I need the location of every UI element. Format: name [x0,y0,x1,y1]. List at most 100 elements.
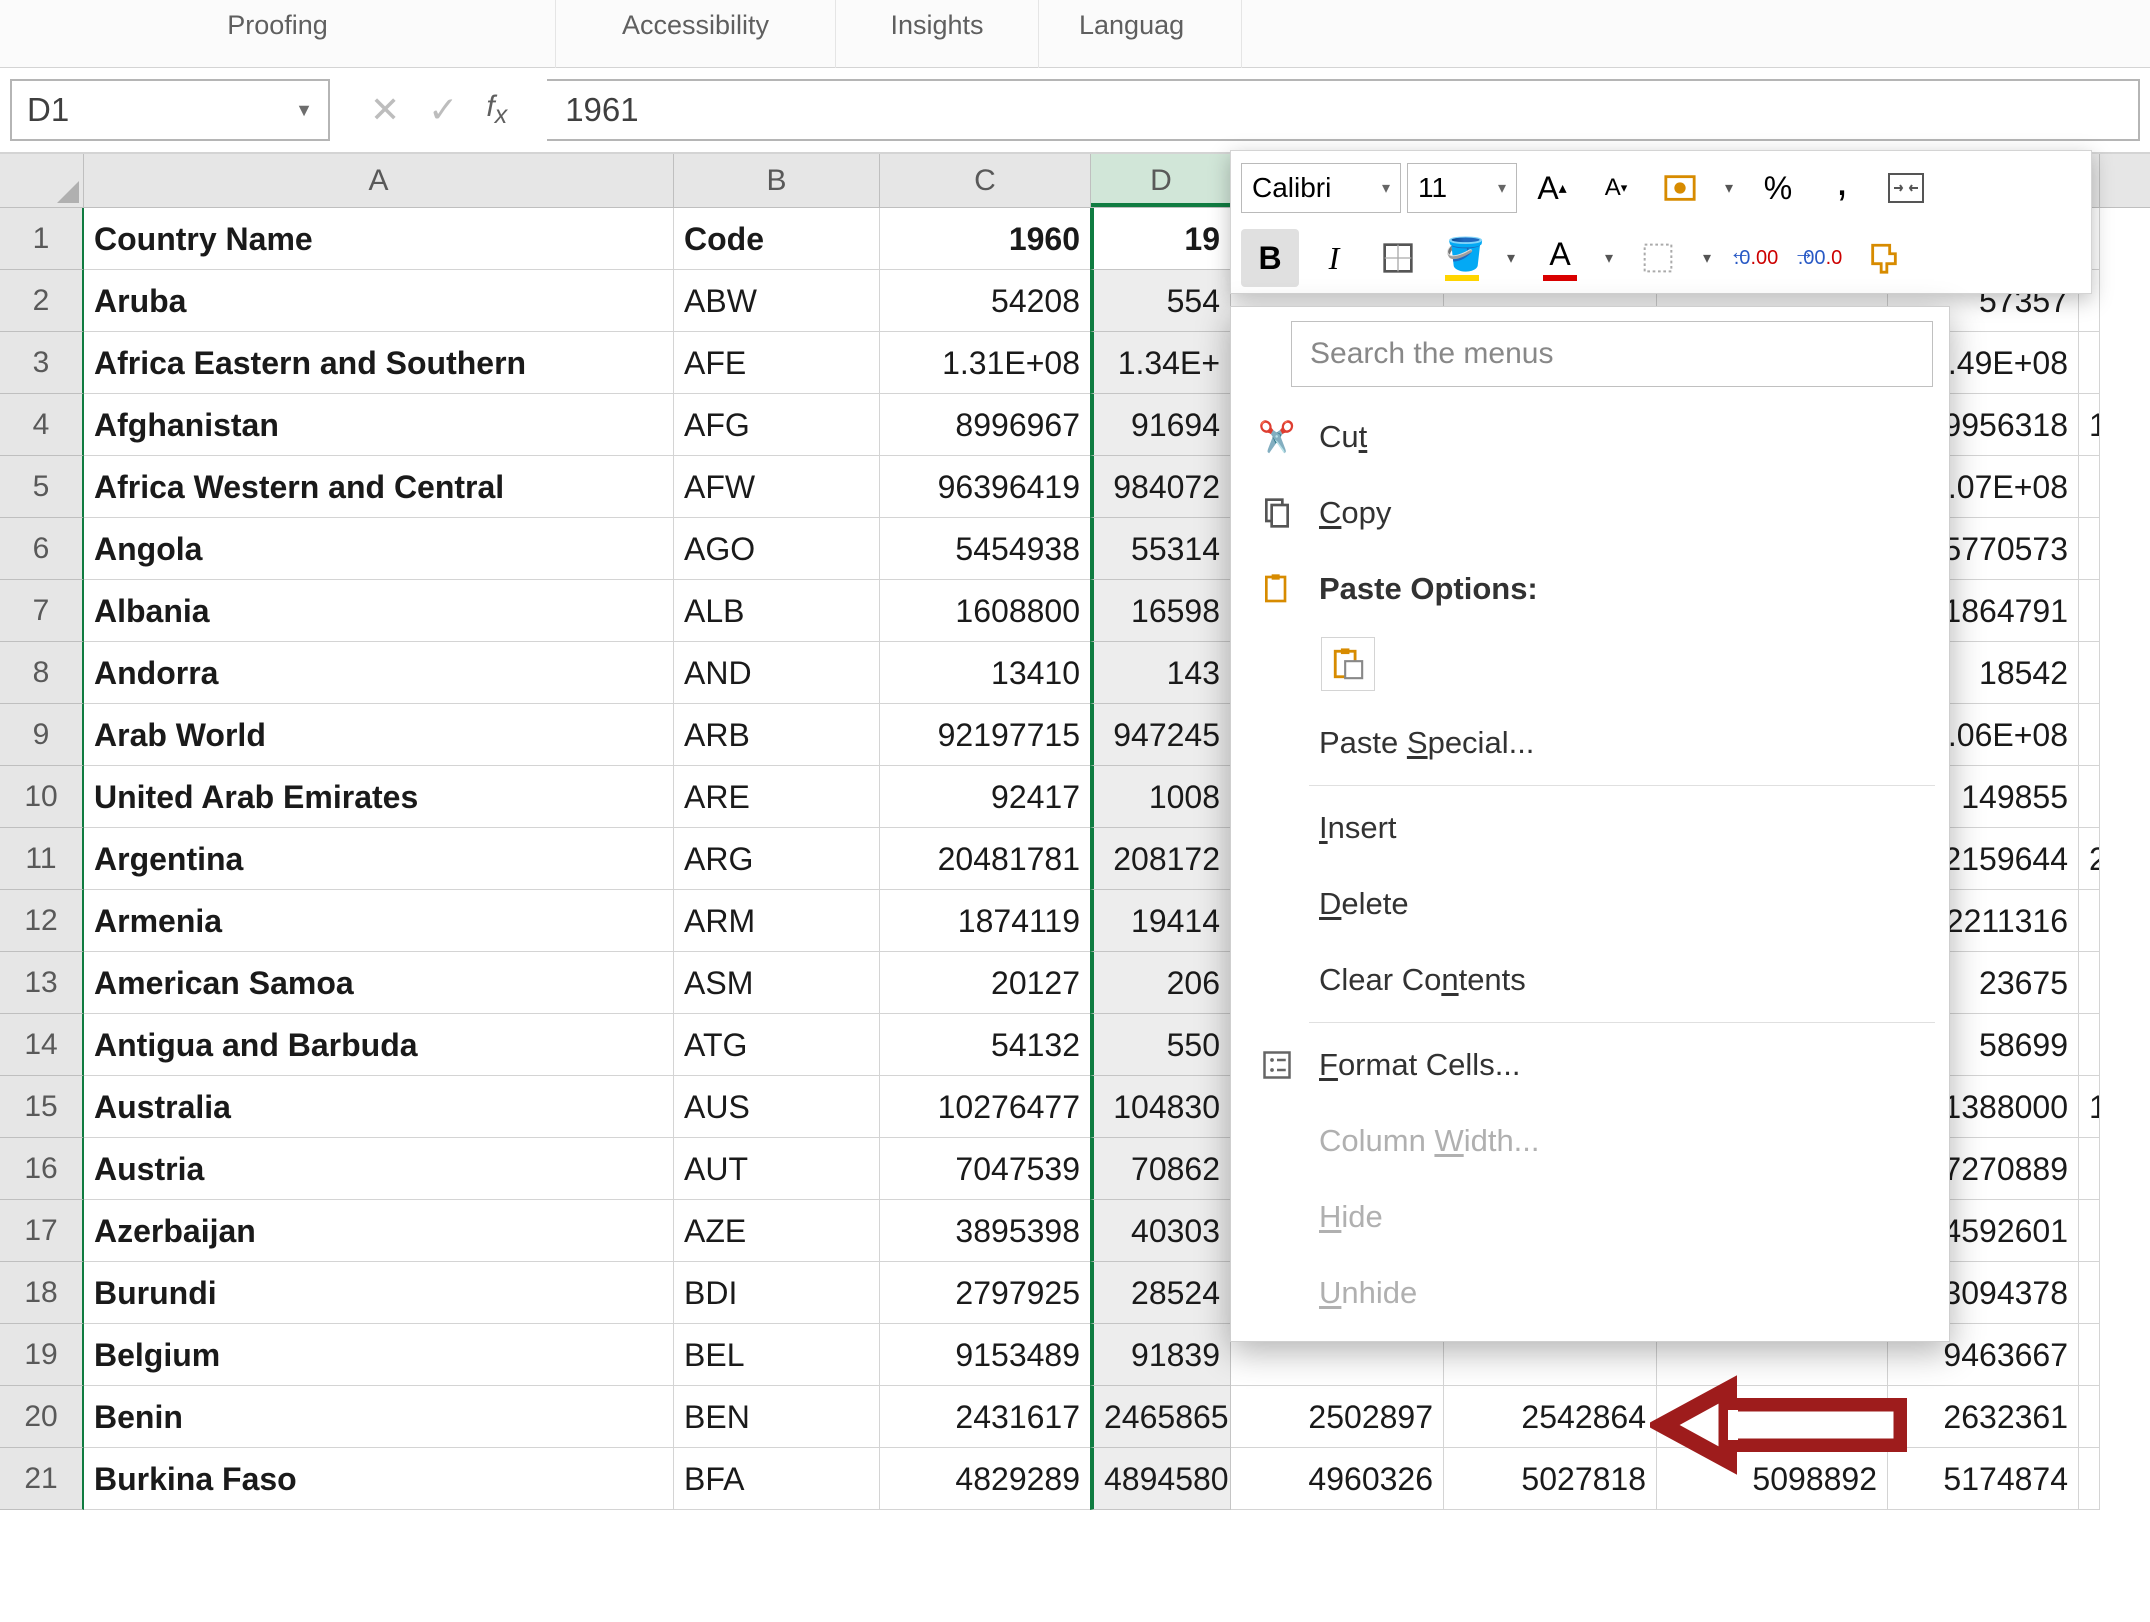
cell[interactable]: Azerbaijan [84,1200,674,1262]
cell[interactable]: 20127 [880,952,1091,1014]
cell[interactable]: ARB [674,704,880,766]
increase-decimal-icon[interactable]: .0.00← [1727,229,1785,287]
cell[interactable]: AZE [674,1200,880,1262]
menu-item-delete[interactable]: Delete [1231,866,1949,942]
cell[interactable]: AUT [674,1138,880,1200]
cell[interactable]: Andorra [84,642,674,704]
col-header-A[interactable]: A [84,154,674,207]
format-painter-icon[interactable] [1855,229,1913,287]
cell[interactable]: 54208 [880,270,1091,332]
border-style-dropdown[interactable]: ▾ [1693,229,1721,287]
cell[interactable]: Afghanistan [84,394,674,456]
cell[interactable]: 5174874 [1888,1448,2079,1510]
row-header[interactable]: 15 [0,1076,84,1138]
cell[interactable]: ALB [674,580,880,642]
row-header[interactable]: 11 [0,828,84,890]
decrease-decimal-icon[interactable]: .00.0→ [1791,229,1849,287]
row-header[interactable]: 1 [0,208,84,270]
cell[interactable]: Australia [84,1076,674,1138]
row-header[interactable]: 9 [0,704,84,766]
cell[interactable]: 947245 [1090,704,1231,766]
cell[interactable]: 5027818 [1444,1448,1657,1510]
cell[interactable]: AGO [674,518,880,580]
cell[interactable] [2079,518,2100,580]
cell[interactable] [2079,1200,2100,1262]
cell[interactable]: ARM [674,890,880,952]
cell[interactable]: United Arab Emirates [84,766,674,828]
cell[interactable] [2079,642,2100,704]
menu-item-column-width[interactable]: Column Width... [1231,1103,1949,1179]
cell[interactable]: Arab World [84,704,674,766]
bold-button[interactable]: B [1241,229,1299,287]
cell[interactable]: 2797925 [880,1262,1091,1324]
merge-center-icon[interactable] [1877,159,1935,217]
cell[interactable]: 1 [2079,1076,2100,1138]
fill-color-icon[interactable]: 🪣 [1433,229,1491,287]
menu-item-copy[interactable]: Copy [1231,475,1949,551]
borders-icon[interactable] [1369,229,1427,287]
cell[interactable]: BFA [674,1448,880,1510]
cell[interactable]: 9153489 [880,1324,1091,1386]
cell[interactable]: ARG [674,828,880,890]
cell[interactable]: Antigua and Barbuda [84,1014,674,1076]
cell[interactable]: 1.34E+ [1090,332,1231,394]
menu-item-format-cells[interactable]: Format Cells... [1231,1027,1949,1103]
fill-color-dropdown[interactable]: ▾ [1497,229,1525,287]
cell[interactable]: BEN [674,1386,880,1448]
menu-item-paste-special[interactable]: Paste Special... [1231,705,1949,781]
cell[interactable]: 3895398 [880,1200,1091,1262]
cancel-icon[interactable]: ✕ [370,89,400,131]
cell[interactable]: 1608800 [880,580,1091,642]
row-header[interactable]: 6 [0,518,84,580]
col-header-D[interactable]: D [1091,154,1232,207]
row-header[interactable]: 3 [0,332,84,394]
cell[interactable] [2079,952,2100,1014]
cell[interactable]: 8996967 [880,394,1091,456]
cell[interactable]: Burkina Faso [84,1448,674,1510]
cell[interactable]: 4829289 [880,1448,1091,1510]
cell[interactable]: 104830 [1090,1076,1231,1138]
cell[interactable]: 2465865 [1090,1386,1231,1448]
cell[interactable]: 4960326 [1231,1448,1444,1510]
percent-format-icon[interactable]: % [1749,159,1807,217]
cell[interactable]: 1008 [1090,766,1231,828]
row-header[interactable]: 18 [0,1262,84,1324]
cell[interactable]: 40303 [1090,1200,1231,1262]
cell[interactable] [2079,1448,2100,1510]
cell[interactable]: 984072 [1090,456,1231,518]
cell[interactable]: 54132 [880,1014,1091,1076]
cell[interactable]: 28524 [1090,1262,1231,1324]
cell[interactable]: ATG [674,1014,880,1076]
cell[interactable]: 5454938 [880,518,1091,580]
cell[interactable]: 143 [1090,642,1231,704]
row-header[interactable]: 16 [0,1138,84,1200]
cell[interactable]: 1.31E+08 [880,332,1091,394]
name-box[interactable]: D1 ▼ [10,79,330,141]
font-color-icon[interactable]: A [1531,229,1589,287]
cell[interactable]: 554 [1090,270,1231,332]
cell[interactable]: AUS [674,1076,880,1138]
cell[interactable]: 92197715 [880,704,1091,766]
cell[interactable] [2079,580,2100,642]
cell[interactable]: 208172 [1090,828,1231,890]
border-style-icon[interactable] [1629,229,1687,287]
col-header-B[interactable]: B [674,154,880,207]
cell[interactable]: 2502897 [1231,1386,1444,1448]
increase-font-icon[interactable]: A▴ [1523,159,1581,217]
cell[interactable]: Africa Eastern and Southern [84,332,674,394]
cell[interactable] [2079,332,2100,394]
menu-item-clear-contents[interactable]: Clear Contents [1231,942,1949,1018]
row-header[interactable]: 5 [0,456,84,518]
accounting-format-dropdown[interactable]: ▾ [1715,159,1743,217]
cell[interactable]: 55314 [1090,518,1231,580]
cell[interactable]: 7047539 [880,1138,1091,1200]
cell[interactable]: Burundi [84,1262,674,1324]
cell[interactable]: 70862 [1090,1138,1231,1200]
row-header[interactable]: 2 [0,270,84,332]
cell[interactable]: 2431617 [880,1386,1091,1448]
row-header[interactable]: 7 [0,580,84,642]
row-header[interactable]: 21 [0,1448,84,1510]
row-header[interactable]: 12 [0,890,84,952]
cell[interactable]: 19414 [1090,890,1231,952]
cell[interactable]: 20481781 [880,828,1091,890]
